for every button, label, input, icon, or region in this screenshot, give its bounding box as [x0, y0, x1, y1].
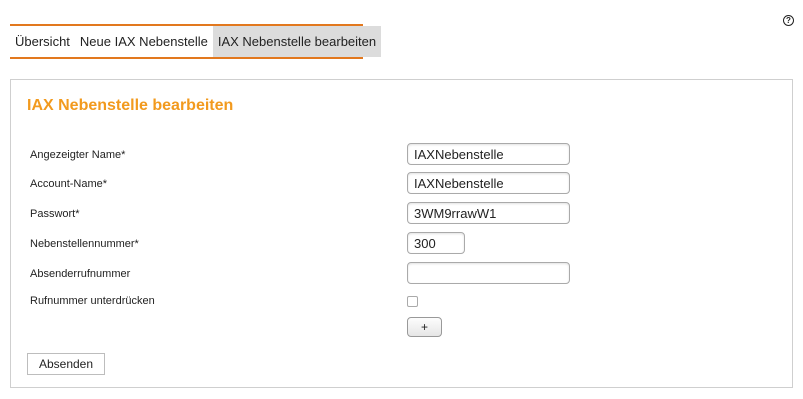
- add-button[interactable]: +: [407, 317, 442, 337]
- display-name-row: Angezeigter Name*: [11, 143, 792, 167]
- account-name-input[interactable]: [407, 172, 570, 194]
- suppress-number-label: Rufnummer unterdrücken: [30, 295, 155, 307]
- display-name-input[interactable]: [407, 143, 570, 165]
- edit-form-panel: IAX Nebenstelle bearbeiten Angezeigter N…: [10, 79, 793, 388]
- caller-number-row: Absenderrufnummer: [11, 262, 792, 286]
- help-icon[interactable]: ?: [783, 15, 794, 26]
- tab-bar: Übersicht Neue IAX Nebenstelle IAX Neben…: [10, 24, 382, 59]
- password-label: Passwort*: [30, 208, 80, 220]
- tab-overview[interactable]: Übersicht: [10, 26, 75, 57]
- extension-number-row: Nebenstellennummer*: [11, 232, 792, 256]
- account-name-label: Account-Name*: [30, 178, 108, 190]
- caller-number-label: Absenderrufnummer: [30, 268, 131, 280]
- caller-number-input[interactable]: [407, 262, 570, 284]
- password-row: Passwort*: [11, 202, 792, 226]
- form-title: IAX Nebenstelle bearbeiten: [27, 97, 234, 114]
- tab-new-iax-extension[interactable]: Neue IAX Nebenstelle: [75, 26, 213, 57]
- tab-edit-iax-extension[interactable]: IAX Nebenstelle bearbeiten: [212, 26, 382, 57]
- display-name-label: Angezeigter Name*: [30, 149, 126, 161]
- submit-button[interactable]: Absenden: [27, 353, 105, 375]
- suppress-number-checkbox[interactable]: [407, 296, 418, 307]
- suppress-number-row: Rufnummer unterdrücken: [11, 289, 792, 313]
- password-input[interactable]: [407, 202, 570, 224]
- extension-number-input[interactable]: [407, 232, 465, 254]
- extension-number-label: Nebenstellennummer*: [30, 238, 139, 250]
- account-name-row: Account-Name*: [11, 172, 792, 196]
